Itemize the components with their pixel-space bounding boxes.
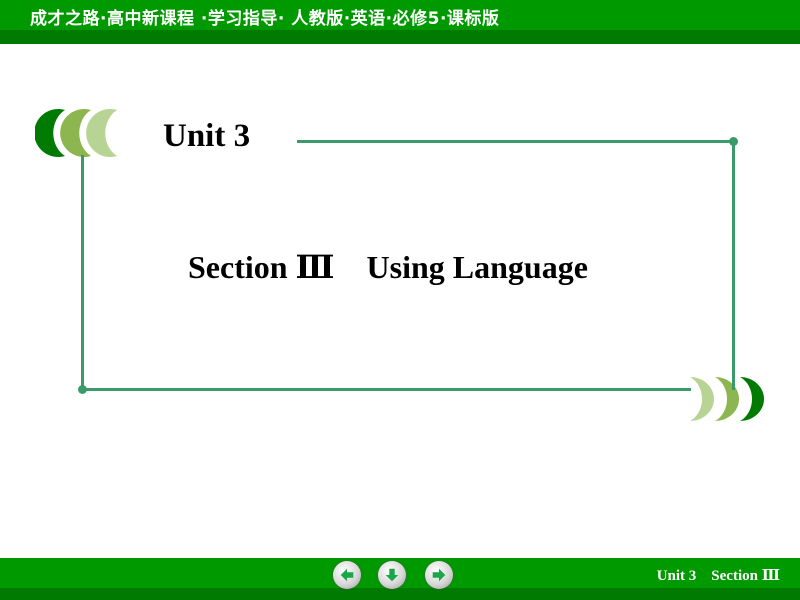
crescent-mid — [715, 377, 739, 421]
footer-bar-shadow — [0, 588, 800, 600]
frame-top-line — [297, 140, 734, 143]
header-bar: 成才之路·高中新课程 ·学习指导· 人教版·英语·必修5·课标版 — [0, 0, 800, 30]
arrow-down-icon — [385, 568, 399, 582]
frame-corner-dot-bottom-left — [78, 385, 87, 394]
crescent-decoration-left — [35, 109, 117, 157]
frame-bottom-line — [81, 388, 691, 391]
previous-button[interactable] — [333, 561, 361, 589]
frame-right-line — [732, 140, 735, 390]
frame-right-line-overlay — [732, 375, 735, 390]
crescent-dark — [740, 377, 764, 421]
unit-title: Unit 3 — [163, 118, 251, 154]
crescent-light — [690, 377, 714, 421]
section-title: Section Ⅲ Using Language — [188, 249, 588, 285]
header-title: 成才之路·高中新课程 ·学习指导· 人教版·英语·必修5·课标版 — [30, 9, 500, 29]
header-bar-shadow — [0, 30, 800, 44]
home-button[interactable] — [378, 561, 406, 589]
frame-corner-dot-top-right — [729, 137, 738, 146]
arrow-right-icon — [432, 568, 446, 582]
arrow-left-icon — [340, 568, 354, 582]
next-button[interactable] — [425, 561, 453, 589]
frame-left-line — [81, 155, 84, 390]
crescent-decoration-right — [690, 377, 764, 421]
crescent-light — [86, 109, 117, 157]
footer-caption: Unit 3 Section Ⅲ — [656, 568, 780, 584]
